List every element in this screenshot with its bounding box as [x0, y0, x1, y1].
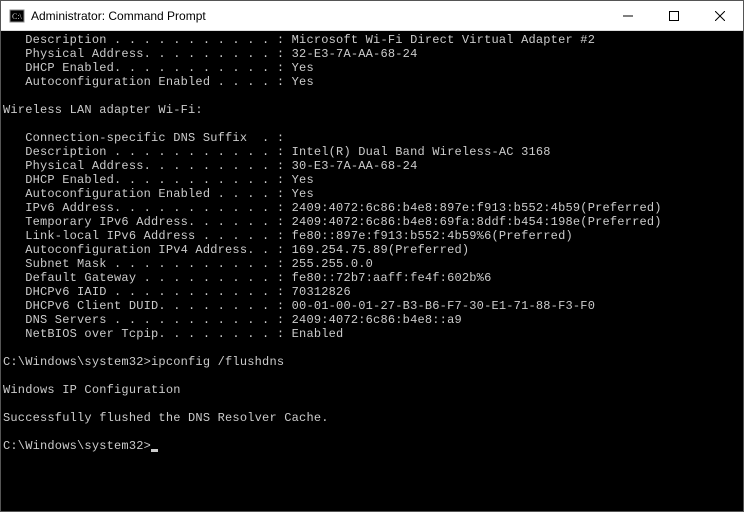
output-line	[3, 89, 739, 103]
window-title: Administrator: Command Prompt	[31, 9, 605, 23]
terminal-output[interactable]: Description . . . . . . . . . . . : Micr…	[1, 31, 743, 511]
output-line: Autoconfiguration IPv4 Address. . : 169.…	[3, 243, 739, 257]
cmd-icon: C:\	[9, 8, 25, 24]
output-line: NetBIOS over Tcpip. . . . . . . . : Enab…	[3, 327, 739, 341]
output-line: Autoconfiguration Enabled . . . . : Yes	[3, 187, 739, 201]
titlebar[interactable]: C:\ Administrator: Command Prompt	[1, 1, 743, 31]
output-line: IPv6 Address. . . . . . . . . . . : 2409…	[3, 201, 739, 215]
output-line: DHCP Enabled. . . . . . . . . . . : Yes	[3, 173, 739, 187]
output-line: DHCPv6 IAID . . . . . . . . . . . : 7031…	[3, 285, 739, 299]
output-line: Subnet Mask . . . . . . . . . . . : 255.…	[3, 257, 739, 271]
output-line: Default Gateway . . . . . . . . . : fe80…	[3, 271, 739, 285]
output-line: Link-local IPv6 Address . . . . . : fe80…	[3, 229, 739, 243]
output-line	[3, 117, 739, 131]
output-line: Connection-specific DNS Suffix . :	[3, 131, 739, 145]
output-line: Temporary IPv6 Address. . . . . . : 2409…	[3, 215, 739, 229]
output-line: Description . . . . . . . . . . . : Micr…	[3, 33, 739, 47]
prompt-line: C:\Windows\system32>	[3, 439, 151, 453]
output-line: Autoconfiguration Enabled . . . . : Yes	[3, 75, 739, 89]
cursor	[151, 449, 158, 452]
output-line	[3, 341, 739, 355]
output-line: Wireless LAN adapter Wi-Fi:	[3, 103, 739, 117]
output-line: DHCP Enabled. . . . . . . . . . . : Yes	[3, 61, 739, 75]
output-line	[3, 425, 739, 439]
minimize-button[interactable]	[605, 1, 651, 30]
window-controls	[605, 1, 743, 30]
output-line: Windows IP Configuration	[3, 383, 739, 397]
svg-text:C:\: C:\	[12, 12, 23, 21]
output-line: DHCPv6 Client DUID. . . . . . . . : 00-0…	[3, 299, 739, 313]
output-line: DNS Servers . . . . . . . . . . . : 2409…	[3, 313, 739, 327]
output-line: Description . . . . . . . . . . . : Inte…	[3, 145, 739, 159]
output-line: Physical Address. . . . . . . . . : 32-E…	[3, 47, 739, 61]
output-line	[3, 397, 739, 411]
output-line: Successfully flushed the DNS Resolver Ca…	[3, 411, 739, 425]
maximize-button[interactable]	[651, 1, 697, 30]
output-line	[3, 369, 739, 383]
close-button[interactable]	[697, 1, 743, 30]
output-line: Physical Address. . . . . . . . . : 30-E…	[3, 159, 739, 173]
output-line: C:\Windows\system32>ipconfig /flushdns	[3, 355, 739, 369]
